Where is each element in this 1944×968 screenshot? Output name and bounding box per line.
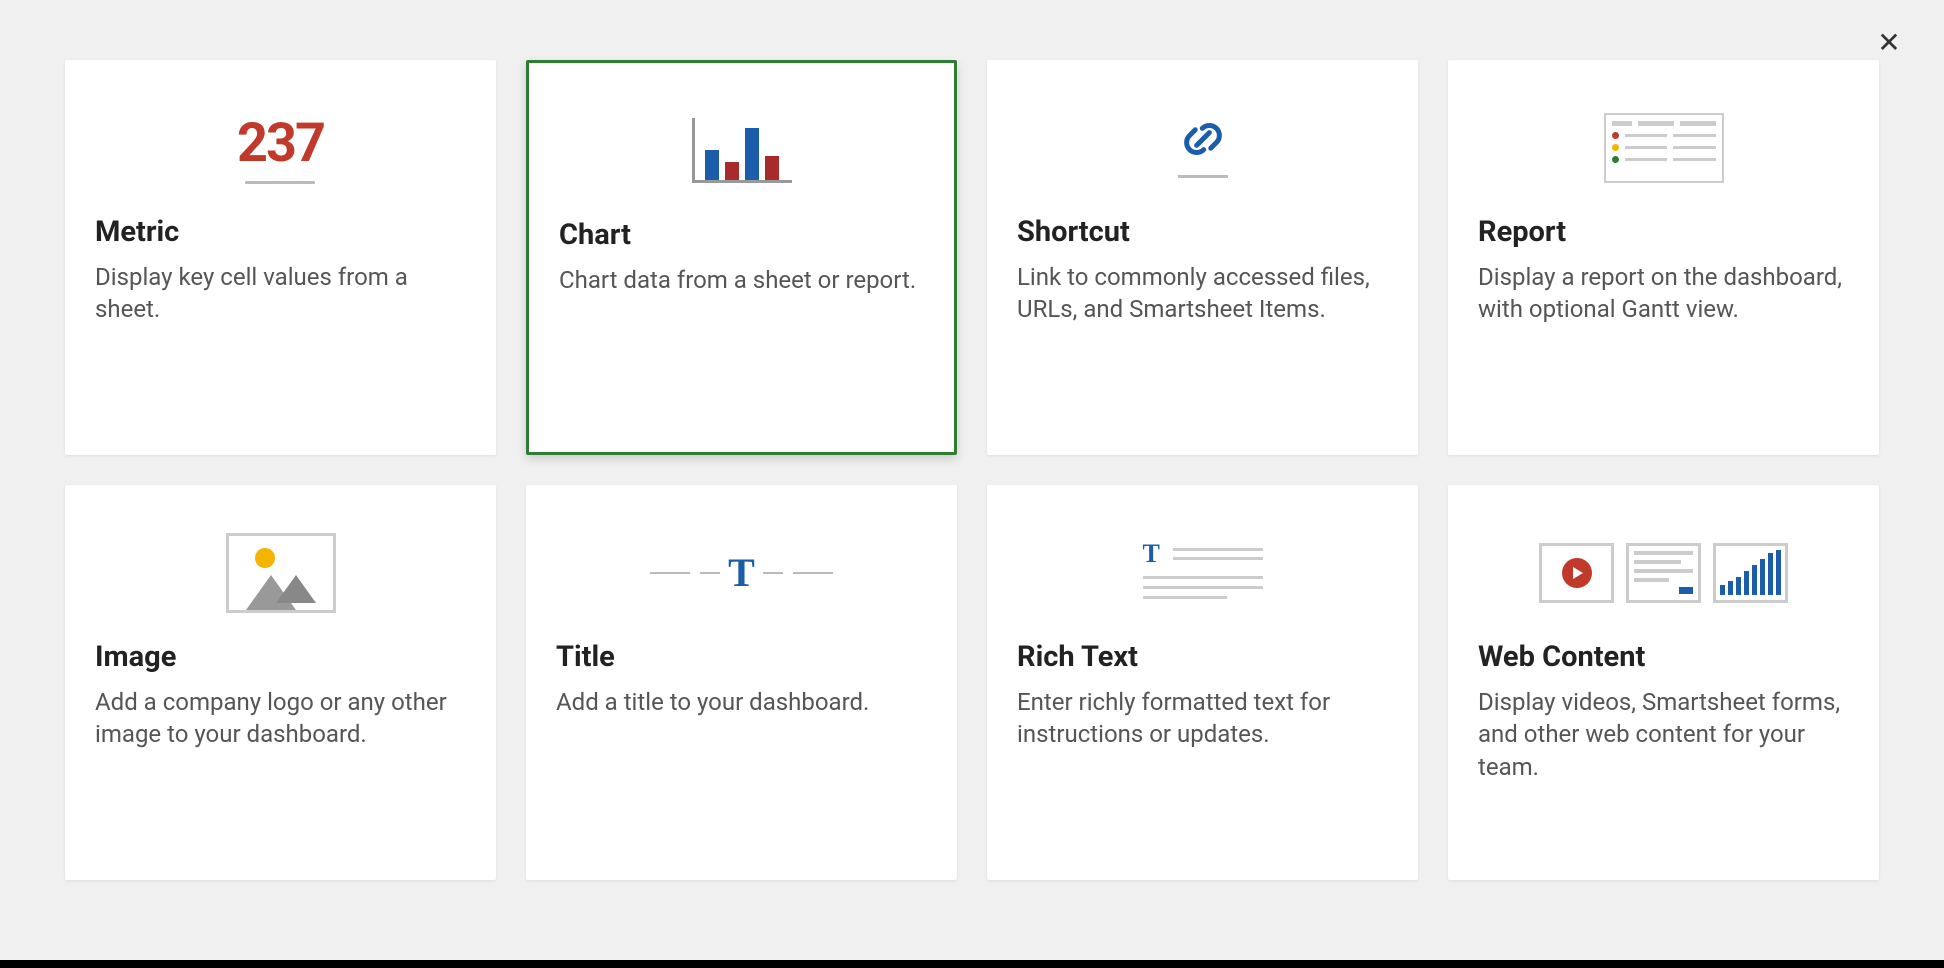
card-desc: Chart data from a sheet or report. (559, 264, 924, 296)
card-desc: Display videos, Smartsheet forms, and ot… (1478, 686, 1849, 783)
widget-card-richtext[interactable]: T Rich Text Enter richly formatted text … (987, 485, 1418, 880)
webcontent-icon (1478, 515, 1849, 630)
metric-sample-value: 237 (237, 112, 324, 175)
card-title: Chart (559, 218, 924, 252)
card-desc: Link to commonly accessed files, URLs, a… (1017, 261, 1388, 326)
close-button[interactable]: ✕ (1874, 28, 1904, 58)
card-title: Rich Text (1017, 640, 1388, 674)
widget-picker-modal: ✕ 237 Metric Display key cell values fro… (0, 0, 1944, 960)
card-title: Web Content (1478, 640, 1849, 674)
title-icon: T (556, 515, 927, 630)
metric-icon: 237 (95, 90, 466, 205)
widget-grid: 237 Metric Display key cell values from … (65, 60, 1879, 880)
widget-card-title[interactable]: T Title Add a title to your dashboard. (526, 485, 957, 880)
card-title: Image (95, 640, 466, 674)
card-title: Metric (95, 215, 466, 249)
card-title: Report (1478, 215, 1849, 249)
image-icon (95, 515, 466, 630)
card-desc: Display a report on the dashboard, with … (1478, 261, 1849, 326)
card-title: Shortcut (1017, 215, 1388, 249)
widget-card-image[interactable]: Image Add a company logo or any other im… (65, 485, 496, 880)
widget-card-metric[interactable]: 237 Metric Display key cell values from … (65, 60, 496, 455)
shortcut-icon (1017, 90, 1388, 205)
card-desc: Add a title to your dashboard. (556, 686, 927, 718)
report-icon (1478, 90, 1849, 205)
card-title: Title (556, 640, 927, 674)
chart-icon (559, 93, 924, 208)
widget-card-shortcut[interactable]: Shortcut Link to commonly accessed files… (987, 60, 1418, 455)
card-desc: Display key cell values from a sheet. (95, 261, 466, 326)
richtext-icon: T (1017, 515, 1388, 630)
card-desc: Add a company logo or any other image to… (95, 686, 466, 751)
card-desc: Enter richly formatted text for instruct… (1017, 686, 1388, 751)
widget-card-report[interactable]: Report Display a report on the dashboard… (1448, 60, 1879, 455)
widget-card-chart[interactable]: Chart Chart data from a sheet or report. (526, 60, 957, 455)
widget-card-webcontent[interactable]: Web Content Display videos, Smartsheet f… (1448, 485, 1879, 880)
